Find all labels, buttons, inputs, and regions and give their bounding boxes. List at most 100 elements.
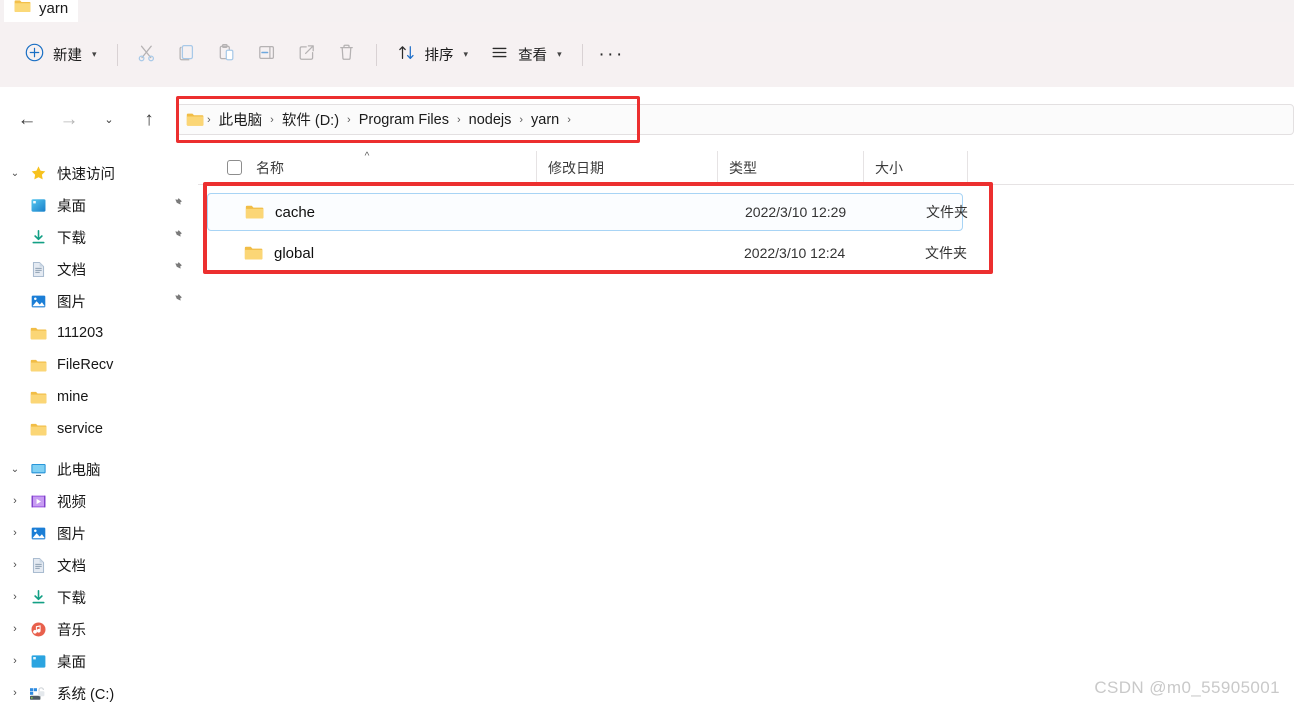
file-date-cell: 2022/3/10 12:24 [744, 245, 845, 261]
view-button[interactable]: 查看 ▾ [479, 37, 573, 73]
sidebar-item-service[interactable]: service [4, 413, 192, 445]
drive-icon [26, 685, 50, 702]
sidebar-group-quick-access[interactable]: ⌄ 快速访问 [4, 157, 192, 189]
up-button[interactable]: ↑ [132, 102, 166, 136]
sort-button[interactable]: 排序 ▾ [386, 37, 480, 73]
sidebar-item-label: 视频 [57, 491, 86, 512]
sort-ascending-icon: ^ [365, 152, 370, 162]
breadcrumb-item-4[interactable]: yarn [526, 110, 564, 130]
document-icon [26, 557, 50, 574]
sidebar-item-label: 系统 (C:) [57, 683, 114, 704]
column-header-label: 大小 [875, 158, 903, 178]
breadcrumb-item-3[interactable]: nodejs [464, 110, 517, 130]
file-name-cell: cache [208, 204, 538, 221]
column-header-type[interactable]: 类型 [718, 151, 864, 185]
sidebar-item-music[interactable]: › 音乐 [4, 613, 192, 645]
breadcrumb-item-0[interactable]: 此电脑 [214, 107, 268, 132]
sidebar-item-desktop[interactable]: 桌面 [4, 189, 192, 221]
back-button[interactable]: ← [10, 102, 44, 136]
breadcrumb-separator: › [516, 114, 526, 126]
copy-button[interactable] [167, 37, 207, 73]
sidebar-item-downloads[interactable]: 下载 [4, 221, 192, 253]
rename-button[interactable] [247, 37, 287, 73]
chevron-right-icon[interactable]: › [4, 591, 26, 603]
paste-button[interactable] [207, 37, 247, 73]
sidebar-item-label: 文档 [57, 259, 86, 280]
address-bar[interactable]: › 此电脑 › 软件 (D:) › Program Files › nodejs… [176, 104, 1294, 135]
sidebar-item-pictures-pc[interactable]: › 图片 [4, 517, 192, 549]
chevron-down-icon: ▾ [464, 49, 469, 60]
share-icon [296, 42, 317, 68]
chevron-right-icon[interactable]: › [4, 495, 26, 507]
sidebar-item-pictures[interactable]: 图片 [4, 285, 192, 317]
sidebar-item-label: 文档 [57, 555, 86, 576]
sidebar-item-label: 桌面 [57, 195, 86, 216]
forward-button[interactable]: → [52, 102, 86, 136]
cut-button[interactable] [127, 37, 167, 73]
file-explorer-window: yarn 新建 ▾ [0, 0, 1294, 706]
toolbar-divider-2 [376, 44, 377, 66]
breadcrumb-separator: › [564, 114, 574, 126]
chevron-right-icon[interactable]: › [4, 559, 26, 571]
breadcrumb-item-1[interactable]: 软件 (D:) [277, 107, 344, 132]
file-type-cell: 文件夹 [926, 202, 968, 222]
rename-icon [256, 42, 277, 68]
sidebar-item-111203[interactable]: 111203 [4, 317, 192, 349]
sidebar-group-label: 此电脑 [57, 459, 101, 480]
chevron-down-icon[interactable]: ⌄ [4, 168, 26, 179]
download-icon [26, 589, 50, 606]
tab-yarn[interactable]: yarn [4, 0, 78, 22]
chevron-right-icon[interactable]: › [4, 527, 26, 539]
more-options-button[interactable]: ··· [592, 37, 632, 73]
breadcrumb-label: 软件 (D:) [277, 107, 344, 132]
chevron-down-icon: ⌄ [104, 113, 113, 126]
desktop-icon [26, 653, 50, 670]
select-all-checkbox[interactable] [227, 160, 242, 175]
sidebar-item-mine[interactable]: mine [4, 381, 192, 413]
file-date-cell: 2022/3/10 12:29 [745, 204, 846, 220]
sidebar-item-documents-pc[interactable]: › 文档 [4, 549, 192, 581]
sidebar-item-label: mine [57, 389, 88, 405]
chevron-right-icon[interactable]: › [4, 655, 26, 667]
column-header-label: 类型 [729, 158, 757, 178]
pin-icon[interactable] [170, 261, 183, 279]
sidebar-item-label: 下载 [57, 587, 86, 608]
chevron-down-icon[interactable]: ⌄ [4, 464, 26, 475]
breadcrumb-item-2[interactable]: Program Files [354, 110, 454, 130]
table-row[interactable]: global 2022/3/10 12:24 文件夹 [207, 234, 963, 272]
pin-icon[interactable] [170, 197, 183, 215]
file-list-pane: ^ 名称 修改日期 类型 大小 ca [198, 151, 1294, 706]
picture-icon [26, 525, 50, 542]
sort-arrows-icon [397, 43, 416, 67]
tab-strip: yarn [0, 0, 1294, 22]
share-button[interactable] [287, 37, 327, 73]
pin-icon[interactable] [170, 293, 183, 311]
pin-icon[interactable] [170, 229, 183, 247]
sidebar-group-this-pc[interactable]: ⌄ 此电脑 [4, 453, 192, 485]
sidebar-item-documents[interactable]: 文档 [4, 253, 192, 285]
delete-button[interactable] [327, 37, 367, 73]
sidebar-item-label: 111203 [57, 325, 103, 341]
breadcrumb-label: nodejs [464, 110, 517, 130]
folder-icon [26, 326, 50, 341]
column-header-name[interactable]: ^ 名称 [198, 151, 537, 185]
folder-icon [26, 390, 50, 405]
sidebar-item-downloads-pc[interactable]: › 下载 [4, 581, 192, 613]
sidebar-item-filerecv[interactable]: FileRecv [4, 349, 192, 381]
column-header-size[interactable]: 大小 [864, 151, 968, 185]
picture-icon [26, 293, 50, 310]
chevron-right-icon[interactable]: › [4, 687, 26, 699]
sidebar-item-desktop-pc[interactable]: › 桌面 [4, 645, 192, 677]
column-header-date[interactable]: 修改日期 [537, 151, 718, 185]
new-button[interactable]: 新建 ▾ [14, 37, 108, 73]
recent-locations-button[interactable]: ⌄ [92, 102, 126, 136]
sidebar-item-label: 图片 [57, 523, 86, 544]
folder-icon [26, 422, 50, 437]
sidebar-item-videos[interactable]: › 视频 [4, 485, 192, 517]
folder-icon [186, 112, 204, 127]
paste-icon [216, 42, 237, 68]
sidebar-item-system-c[interactable]: › 系统 (C:) [4, 677, 192, 706]
monitor-icon [26, 461, 50, 478]
table-row[interactable]: cache 2022/3/10 12:29 文件夹 [207, 193, 963, 231]
chevron-right-icon[interactable]: › [4, 623, 26, 635]
